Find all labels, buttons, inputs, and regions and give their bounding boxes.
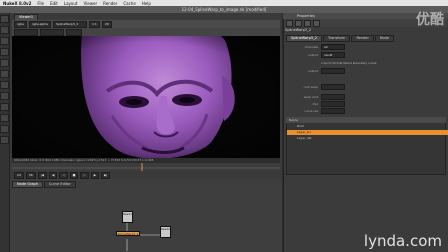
timeline-ruler <box>12 163 280 171</box>
input-dropdown[interactable]: SplineWarp3_2 <box>52 20 87 28</box>
channel-alpha-dropdown[interactable]: rgba.alpha <box>28 20 51 28</box>
channels-dropdown[interactable]: rgba <box>14 20 27 28</box>
window-title: 12-04_SplineWarp_to_image.nk [modified] <box>181 7 267 12</box>
viewer-toolbar: rgba rgba.alpha SplineWarp3_2 1:1 2D <box>12 20 280 28</box>
frame-field[interactable]: 56 <box>25 171 36 179</box>
first-frame-button[interactable]: |◀ <box>37 171 47 179</box>
curve-row-layer-src-label: Layer_src <box>297 130 312 134</box>
lock-icon[interactable] <box>295 19 302 27</box>
output-row: output result <box>286 52 446 58</box>
play-backward-button[interactable]: ◁ <box>59 171 68 179</box>
channels-dropdown-prop[interactable]: all <box>321 44 345 50</box>
menu-layout[interactable]: Layout <box>64 1 78 6</box>
curve-row-layer-dst-label: Layer_dst <box>297 136 312 140</box>
view-mode-dropdown[interactable]: 2D <box>101 20 112 28</box>
read1-node[interactable]: Read1 <box>122 211 133 223</box>
output2-field[interactable] <box>321 68 345 74</box>
crop-blend-checkboxes[interactable]: crop to format blend boundary curve <box>321 61 376 65</box>
node-name-field[interactable]: SplineWarp3_2 <box>285 28 311 32</box>
channel-tool-icon[interactable] <box>0 48 9 56</box>
play-forward-button[interactable]: ▷ <box>80 171 89 179</box>
tab-render[interactable]: Render <box>351 35 374 42</box>
node-title-row: SplineWarp3_2 <box>285 28 311 32</box>
tab-node[interactable]: Node <box>374 35 395 42</box>
curve-row-root[interactable]: Root <box>287 124 448 129</box>
stop-button[interactable]: ■ <box>69 171 79 179</box>
viewer-canvas[interactable] <box>12 36 280 158</box>
viewer-toolbar-secondary <box>12 28 280 36</box>
zoom-dropdown[interactable]: 1:1 <box>88 20 100 28</box>
menu-edit[interactable]: Edit <box>50 1 58 6</box>
read2-node[interactable]: Read2 <box>160 226 171 238</box>
3d-tool-icon[interactable] <box>0 114 9 122</box>
read1-node-label: Read1 <box>123 212 132 216</box>
properties-tabs: SplineWarp3_2 Transform Render Node <box>286 35 395 42</box>
curve-res-label: curve res <box>304 109 318 113</box>
merge-tool-icon[interactable] <box>0 92 9 100</box>
clear-icon[interactable] <box>286 19 293 27</box>
menu-render[interactable]: Render <box>103 1 117 6</box>
output2-label: output <box>308 69 318 73</box>
roi-button[interactable] <box>66 28 82 36</box>
keyer-tool-icon[interactable] <box>0 81 9 89</box>
playback-controls: 24 56 |◀ ◀ ◁ ■ ▷ ▶ ▶| <box>12 171 280 179</box>
last-frame-button[interactable]: ▶| <box>101 171 111 179</box>
warp-amt-row: warp amt <box>286 94 446 100</box>
node-connections <box>126 223 160 251</box>
checkbox-row: crop to format blend boundary curve <box>286 60 446 66</box>
image-tool-icon[interactable] <box>0 15 9 23</box>
next-frame-button[interactable]: ▶ <box>90 171 100 179</box>
mix-label: mix <box>312 102 318 106</box>
transform-tool-icon[interactable] <box>0 103 9 111</box>
face-render-image <box>12 36 280 158</box>
warp-amt-label: warp amt <box>303 95 318 99</box>
gain-slider[interactable] <box>14 28 38 36</box>
lynda-watermark: lynda.com <box>363 232 442 250</box>
tab-transform[interactable]: Transform <box>323 35 351 42</box>
splinewarp-node-label: SplineWarp3_2 <box>117 232 139 236</box>
splinewarp-node[interactable]: SplineWarp3_2 <box>116 231 140 236</box>
curve-res-field[interactable] <box>321 108 345 114</box>
channels-row: channels all <box>286 44 446 50</box>
timeline-bar[interactable] <box>12 163 280 171</box>
mix-row: mix <box>286 101 446 107</box>
float-icon[interactable] <box>304 19 311 27</box>
close-icon[interactable] <box>313 19 320 27</box>
curve-row-root-label: Root <box>297 124 304 128</box>
draw-tool-icon[interactable] <box>0 26 9 34</box>
output2-row: output <box>286 68 446 74</box>
menu-cache[interactable]: Cache <box>123 1 135 6</box>
root-warp-label: root warp <box>303 85 318 89</box>
filter-tool-icon[interactable] <box>0 70 9 78</box>
mix-field[interactable] <box>321 101 345 107</box>
prev-frame-button[interactable]: ◀ <box>48 171 58 179</box>
gamma-slider[interactable] <box>40 28 64 36</box>
output-label: output <box>308 53 318 57</box>
channels-label: channels <box>304 45 318 49</box>
color-tool-icon[interactable] <box>0 59 9 67</box>
menu-file[interactable]: File <box>37 1 44 6</box>
warp-amt-field[interactable] <box>321 94 345 100</box>
curve-row-layer-src[interactable]: Layer_src <box>287 130 448 135</box>
app-menu[interactable]: NukeX 8.0v2 <box>3 1 31 6</box>
curves-list-header: Name <box>286 117 446 123</box>
views-tool-icon[interactable] <box>0 125 9 133</box>
read2-node-label: Read2 <box>161 227 170 231</box>
window-title-bar: 12-04_SplineWarp_to_image.nk [modified] <box>0 6 448 13</box>
root-warp-row: root warp <box>286 84 446 90</box>
node-toolbar <box>0 13 10 252</box>
time-tool-icon[interactable] <box>0 37 9 45</box>
youku-watermark: 优酷 <box>416 12 444 28</box>
tab-splinewarp[interactable]: SplineWarp3_2 <box>286 35 323 42</box>
output-dropdown[interactable]: result <box>321 52 345 58</box>
curve-row-layer-dst[interactable]: Layer_dst <box>287 136 448 141</box>
fps-field[interactable]: 24 <box>14 171 24 179</box>
menu-help[interactable]: Help <box>142 1 151 6</box>
root-warp-field[interactable] <box>321 84 345 90</box>
metadata-tool-icon[interactable] <box>0 136 9 144</box>
curve-res-row: curve res <box>286 108 446 114</box>
menu-viewer[interactable]: Viewer <box>83 1 97 6</box>
